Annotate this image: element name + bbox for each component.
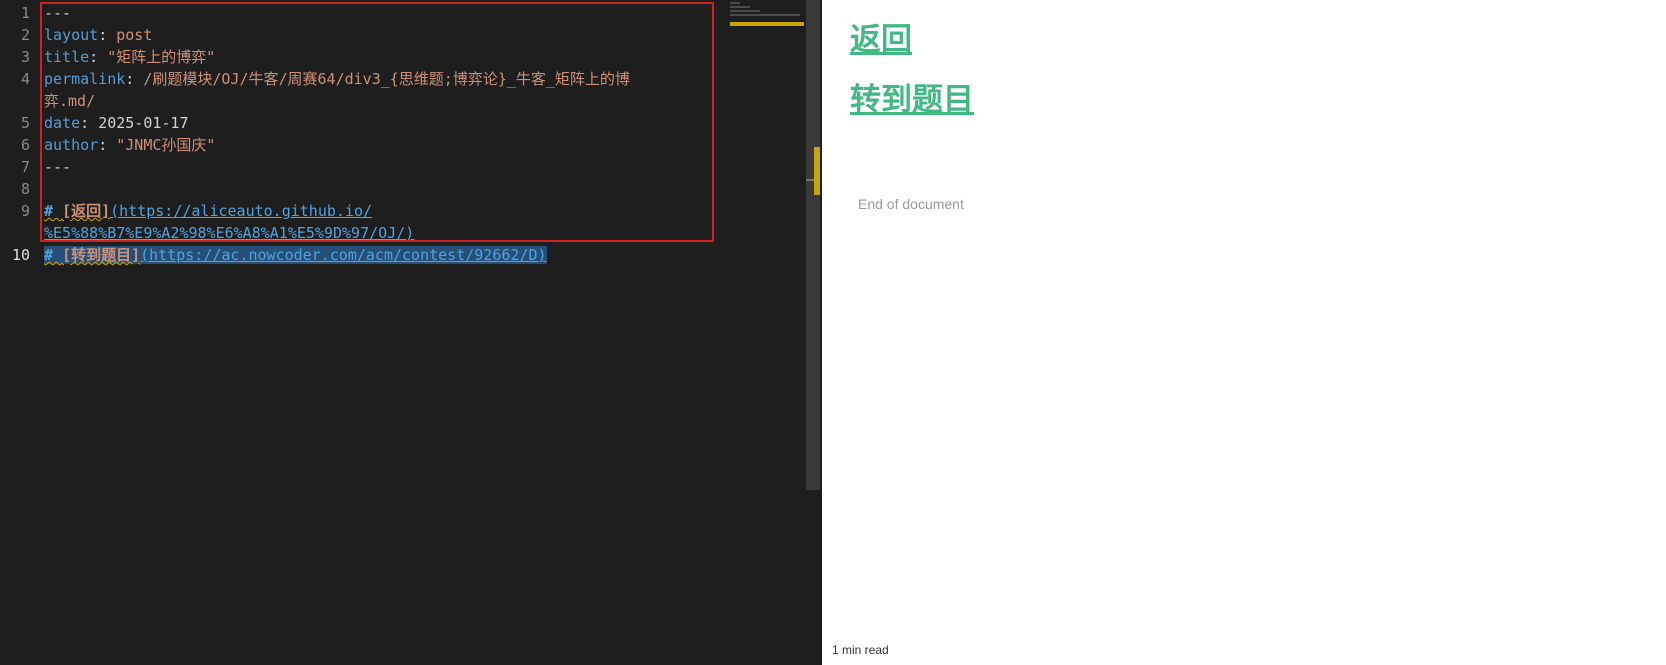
code-area[interactable]: --- layout: post title: "矩阵上的博弈" permali… [44, 2, 704, 266]
line-number: 5 [20, 114, 30, 132]
code-line[interactable]: permalink: /刷题模块/OJ/牛客/周赛64/div3_{思维题;博弈… [44, 68, 704, 90]
code-line-wrap[interactable]: 弈.md/ [44, 90, 704, 112]
line-number: 7 [20, 158, 30, 176]
code-line[interactable]: author: "JNMC孙国庆" [44, 134, 704, 156]
end-of-document-label: End of document [858, 196, 964, 212]
code-line[interactable]: date: 2025-01-17 [44, 112, 704, 134]
read-time-label: 1 min read [832, 643, 889, 657]
markdown-preview[interactable]: 返回 转到题目 End of document 1 min read [822, 0, 1666, 665]
preview-heading-goto-link[interactable]: 转到题目 [850, 74, 974, 119]
line-number: 3 [20, 48, 30, 66]
line-number: 4 [20, 70, 30, 88]
code-line-wrap[interactable]: %E5%88%B7%E9%A2%98%E6%A8%A1%E5%9D%97/OJ/… [44, 222, 704, 244]
code-line[interactable]: layout: post [44, 24, 704, 46]
code-line[interactable]: --- [44, 156, 704, 178]
line-number-gutter: 1 2 3 4 5 6 7 8 9 10 [0, 0, 38, 665]
line-number: 6 [20, 136, 30, 154]
line-number: 9 [20, 202, 30, 220]
code-line-selected[interactable]: # [转到题目](https://ac.nowcoder.com/acm/con… [44, 244, 704, 266]
code-line[interactable]: # [返回](https://aliceauto.github.io/ [44, 200, 704, 222]
line-number: 1 [20, 4, 30, 22]
line-number: 8 [20, 180, 30, 198]
vertical-scrollbar[interactable] [806, 0, 820, 490]
code-line[interactable]: --- [44, 2, 704, 24]
preview-heading-back-link[interactable]: 返回 [850, 14, 912, 59]
line-number: 2 [20, 26, 30, 44]
code-line[interactable]: title: "矩阵上的博弈" [44, 46, 704, 68]
minimap[interactable] [730, 2, 806, 32]
scroll-warning-marker [814, 147, 820, 195]
code-line-empty[interactable] [44, 178, 704, 200]
markdown-editor[interactable]: 1 2 3 4 5 6 7 8 9 10 --- layout: post ti… [0, 0, 822, 665]
line-number-active: 10 [11, 246, 30, 264]
